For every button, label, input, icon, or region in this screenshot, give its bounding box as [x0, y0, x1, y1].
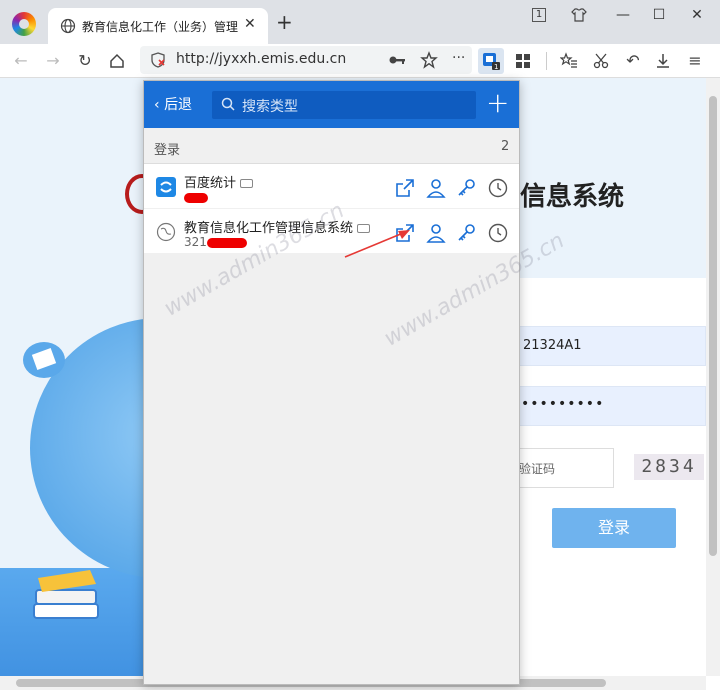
- key-icon[interactable]: [456, 177, 478, 199]
- favorites-list-icon[interactable]: [560, 52, 578, 70]
- svg-text:1: 1: [494, 63, 498, 71]
- captcha-image[interactable]: 2834: [634, 454, 704, 480]
- entry-username: [184, 190, 208, 204]
- user-icon[interactable]: [425, 222, 447, 244]
- site-default-icon: [156, 222, 176, 242]
- key-icon[interactable]: [388, 52, 406, 68]
- vertical-scroll-thumb[interactable]: [709, 96, 717, 556]
- scissors-icon[interactable]: [592, 52, 610, 70]
- globe-icon: [60, 18, 76, 34]
- redacted-username: [184, 192, 208, 203]
- address-bar[interactable]: http://jyxxh.emis.edu.cn ···: [140, 46, 472, 74]
- browser-logo[interactable]: [12, 12, 36, 36]
- entry-username-text: 321: [184, 235, 207, 249]
- forward-arrow-icon[interactable]: →: [44, 52, 62, 70]
- browser-tab[interactable]: 教育信息化工作（业务）管理 ✕: [48, 8, 268, 44]
- user-icon[interactable]: [425, 177, 447, 199]
- password-value: •••••••••: [521, 396, 605, 412]
- chevron-left-icon: ‹: [154, 97, 165, 113]
- key-icon[interactable]: [456, 222, 478, 244]
- entry-name-text: 百度统计: [184, 176, 237, 191]
- close-window-button[interactable]: ✕: [688, 6, 706, 24]
- system-title: 信息系统: [520, 182, 625, 212]
- book-bubble-icon: [23, 342, 65, 378]
- books-stack-icon: [33, 570, 99, 619]
- annotation-arrow: [344, 230, 410, 258]
- menu-icon[interactable]: ≡: [686, 52, 704, 70]
- insecure-shield-icon: [151, 52, 165, 68]
- baidu-tongji-icon: [156, 177, 176, 197]
- tab-title: 教育信息化工作（业务）管理: [82, 20, 239, 34]
- shirt-icon[interactable]: [570, 6, 588, 24]
- toolbar-divider: [546, 52, 547, 70]
- download-icon[interactable]: [654, 52, 672, 70]
- entry-name: 百度统计: [184, 172, 254, 191]
- captcha-placeholder: 验证码: [519, 462, 556, 476]
- browser-toolbar: ← → ↻ http://jyxxh.emis.edu.cn ··· 1 ↶ ≡: [0, 44, 720, 78]
- undo-icon[interactable]: ↶: [624, 52, 642, 70]
- login-panel: 21324A1 ••••••••• 验证码 2834 登录: [514, 278, 720, 690]
- history-clock-icon[interactable]: [487, 222, 509, 244]
- tab-bar: 教育信息化工作（业务）管理 ✕ + 1 — ☐ ✕: [0, 0, 720, 44]
- maximize-button[interactable]: ☐: [650, 6, 668, 24]
- back-arrow-icon[interactable]: ←: [12, 52, 30, 70]
- reload-icon[interactable]: ↻: [76, 52, 94, 70]
- back-button[interactable]: ‹ 后退: [154, 96, 192, 114]
- username-field[interactable]: 21324A1: [518, 326, 706, 366]
- search-icon: [221, 97, 235, 111]
- add-entry-button[interactable]: +: [486, 89, 509, 117]
- login-button[interactable]: 登录: [552, 508, 676, 548]
- url-text[interactable]: http://jyxxh.emis.edu.cn: [176, 51, 346, 67]
- apps-grid-icon[interactable]: [514, 52, 532, 70]
- search-box[interactable]: 搜索类型: [212, 91, 476, 119]
- section-count: 2: [501, 139, 510, 154]
- star-icon[interactable]: [420, 51, 438, 69]
- history-clock-icon[interactable]: [487, 177, 509, 199]
- tab-close-icon[interactable]: ✕: [244, 16, 256, 32]
- back-label: 后退: [164, 97, 193, 113]
- password-manager-icon: 1: [483, 53, 500, 71]
- entry-username: 321: [184, 235, 247, 249]
- captcha-input[interactable]: 验证码: [514, 448, 614, 488]
- redacted-username: [206, 237, 247, 248]
- home-icon[interactable]: [108, 52, 126, 70]
- popup-header: ‹ 后退 搜索类型 +: [144, 81, 519, 128]
- password-field[interactable]: •••••••••: [518, 386, 706, 426]
- minimize-button[interactable]: —: [614, 6, 632, 24]
- tab-count-badge[interactable]: 1: [532, 8, 546, 22]
- folder-icon: [240, 179, 254, 188]
- vertical-scrollbar[interactable]: [706, 78, 720, 676]
- search-placeholder: 搜索类型: [242, 99, 298, 115]
- username-value: 21324A1: [523, 338, 582, 353]
- more-dots-icon[interactable]: ···: [452, 50, 465, 66]
- section-label: 登录: [154, 143, 181, 158]
- open-link-icon[interactable]: [394, 177, 416, 199]
- password-manager-popup: ‹ 后退 搜索类型 + 登录 2 百度统计 教育信息化工作管理信息系统 321: [143, 80, 520, 685]
- new-tab-button[interactable]: +: [276, 12, 293, 32]
- password-manager-extension-button[interactable]: 1: [478, 48, 504, 74]
